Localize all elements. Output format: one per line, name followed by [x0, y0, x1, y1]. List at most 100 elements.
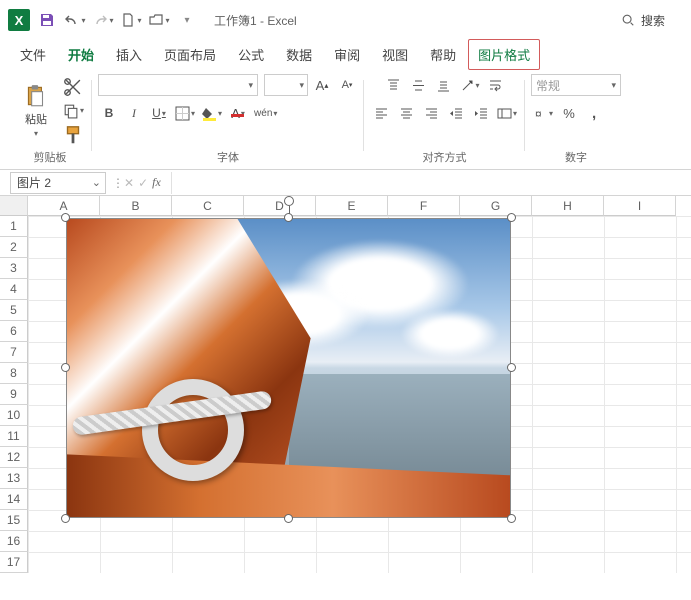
row-header[interactable]: 11: [0, 426, 28, 447]
title-bar: X ▾ 工作簿1 - Excel 搜索: [0, 0, 691, 40]
tab-layout[interactable]: 页面布局: [154, 39, 226, 70]
decrease-font-button[interactable]: A▾: [336, 74, 358, 96]
font-name-select[interactable]: [98, 74, 258, 96]
tab-picture-format[interactable]: 图片格式: [468, 39, 540, 70]
merge-button[interactable]: [495, 102, 519, 124]
row-header[interactable]: 9: [0, 384, 28, 405]
borders-button[interactable]: [173, 102, 197, 124]
borders-icon: [175, 106, 190, 121]
column-header[interactable]: C: [172, 196, 244, 216]
bucket-icon: [202, 106, 217, 121]
group-font: A▴ A▾ B I U A wén 字体: [92, 74, 364, 169]
percent-button[interactable]: %: [558, 102, 580, 124]
row-header[interactable]: 1: [0, 216, 28, 237]
wrap-text-button[interactable]: [485, 74, 507, 96]
resize-handle-n[interactable]: [284, 213, 293, 222]
search-box[interactable]: 搜索: [613, 8, 673, 33]
row-header[interactable]: 16: [0, 531, 28, 552]
tab-insert[interactable]: 插入: [106, 39, 152, 70]
bold-button[interactable]: B: [98, 102, 120, 124]
cancel-formula-button[interactable]: ✕: [124, 176, 134, 190]
resize-handle-ne[interactable]: [507, 213, 516, 222]
accounting-format-button[interactable]: ¤: [531, 102, 555, 124]
resize-handle-nw[interactable]: [61, 213, 70, 222]
tab-view[interactable]: 视图: [372, 39, 418, 70]
align-center-button[interactable]: [395, 102, 417, 124]
row-header[interactable]: 2: [0, 237, 28, 258]
underline-button[interactable]: U: [148, 102, 170, 124]
fill-color-button[interactable]: [200, 102, 224, 124]
orientation-button[interactable]: [458, 74, 482, 96]
tab-data[interactable]: 数据: [276, 39, 322, 70]
column-header[interactable]: I: [604, 196, 676, 216]
column-header[interactable]: H: [532, 196, 604, 216]
align-middle-button[interactable]: [408, 74, 430, 96]
new-file-button[interactable]: [120, 9, 142, 31]
select-all-triangle[interactable]: [0, 196, 28, 216]
font-size-select[interactable]: [264, 74, 308, 96]
increase-indent-button[interactable]: [470, 102, 492, 124]
namebox-expand[interactable]: ⋮: [112, 176, 118, 190]
increase-font-button[interactable]: A▴: [311, 74, 333, 96]
column-header[interactable]: G: [460, 196, 532, 216]
row-header[interactable]: 7: [0, 342, 28, 363]
align-bottom-button[interactable]: [433, 74, 455, 96]
open-file-button[interactable]: [148, 9, 170, 31]
tab-help[interactable]: 帮助: [420, 39, 466, 70]
row-header[interactable]: 14: [0, 489, 28, 510]
align-right-button[interactable]: [420, 102, 442, 124]
resize-handle-sw[interactable]: [61, 514, 70, 523]
row-header[interactable]: 17: [0, 552, 28, 573]
copy-button[interactable]: [62, 101, 84, 121]
qat-customize-button[interactable]: ▾: [176, 9, 198, 31]
tab-formulas[interactable]: 公式: [228, 39, 274, 70]
tab-review[interactable]: 审阅: [324, 39, 370, 70]
paste-icon: [23, 83, 49, 109]
row-header[interactable]: 15: [0, 510, 28, 531]
group-number: 常规 ¤ % , 数字: [525, 74, 627, 169]
row-header[interactable]: 10: [0, 405, 28, 426]
italic-button[interactable]: I: [123, 102, 145, 124]
cell-grid[interactable]: [28, 216, 691, 573]
column-header[interactable]: B: [100, 196, 172, 216]
rotate-handle[interactable]: [284, 196, 294, 206]
ribbon: 粘贴 ▾ 剪贴板 A▴ A▾ B I U: [0, 70, 691, 170]
row-header[interactable]: 8: [0, 363, 28, 384]
format-painter-button[interactable]: [62, 125, 84, 145]
fx-icon[interactable]: fx: [152, 175, 161, 190]
tab-file[interactable]: 文件: [10, 39, 56, 70]
excel-logo-icon: X: [8, 9, 30, 31]
align-left-button[interactable]: [370, 102, 392, 124]
column-header[interactable]: F: [388, 196, 460, 216]
resize-handle-s[interactable]: [284, 514, 293, 523]
row-header[interactable]: 5: [0, 300, 28, 321]
enter-formula-button[interactable]: ✓: [138, 176, 148, 190]
redo-button[interactable]: [92, 9, 114, 31]
row-header[interactable]: 3: [0, 258, 28, 279]
resize-handle-w[interactable]: [61, 363, 70, 372]
formula-bar[interactable]: [171, 172, 691, 194]
formula-bar-row: 图片 2 ⋮ ✕ ✓ fx: [0, 170, 691, 196]
tab-home[interactable]: 开始: [58, 39, 104, 70]
cut-button[interactable]: [62, 77, 84, 97]
number-format-select[interactable]: 常规: [531, 74, 621, 96]
row-header[interactable]: 12: [0, 447, 28, 468]
inserted-picture[interactable]: [66, 218, 511, 518]
font-color-button[interactable]: A: [227, 102, 249, 124]
resize-handle-se[interactable]: [507, 514, 516, 523]
undo-button[interactable]: [64, 9, 86, 31]
row-header[interactable]: 6: [0, 321, 28, 342]
name-box[interactable]: 图片 2: [10, 172, 106, 194]
align-top-button[interactable]: [383, 74, 405, 96]
paste-button[interactable]: 粘贴 ▾: [14, 78, 58, 144]
comma-button[interactable]: ,: [583, 102, 605, 124]
copy-icon: [62, 102, 79, 119]
resize-handle-e[interactable]: [507, 363, 516, 372]
save-button[interactable]: [36, 9, 58, 31]
decrease-indent-button[interactable]: [445, 102, 467, 124]
phonetic-button[interactable]: wén: [252, 102, 279, 124]
column-header[interactable]: D: [244, 196, 316, 216]
row-header[interactable]: 13: [0, 468, 28, 489]
column-header[interactable]: E: [316, 196, 388, 216]
row-header[interactable]: 4: [0, 279, 28, 300]
